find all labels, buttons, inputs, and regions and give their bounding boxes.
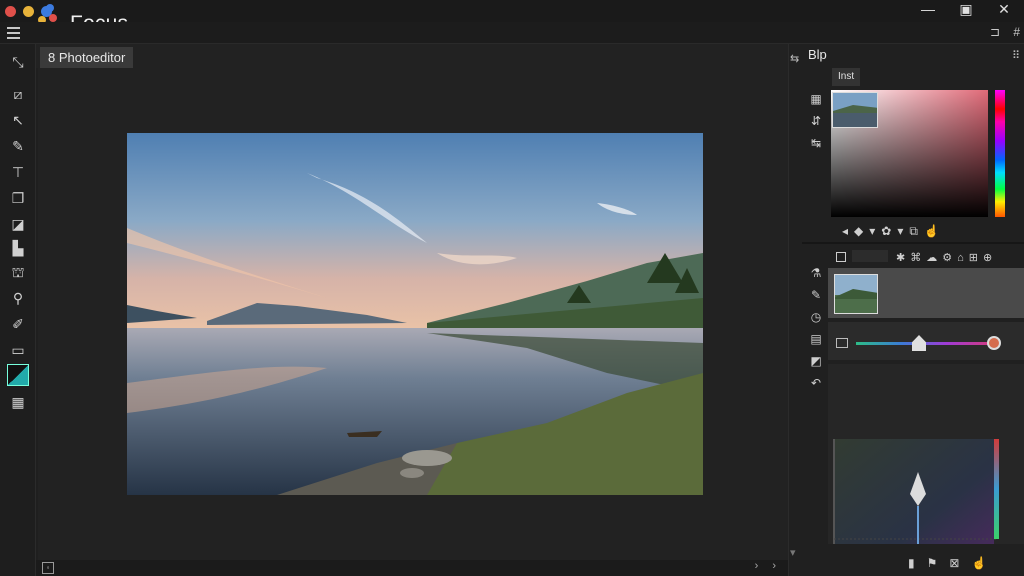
layer-zoom-icon[interactable]: ⊕ — [983, 252, 997, 264]
color-prev-icon[interactable]: ◂ — [842, 224, 854, 238]
brush-tool-icon[interactable]: ✎ — [8, 136, 28, 156]
transform-icon[interactable]: ↹ — [806, 136, 826, 158]
minimize-dot[interactable] — [23, 5, 34, 17]
status-bar: ◦ ›› — [36, 560, 802, 576]
document-tab-bar: 8 Photoeditor — [36, 44, 788, 68]
nav-next-icon[interactable]: › — [755, 560, 773, 572]
opacity-slider-knob[interactable] — [912, 335, 926, 351]
text-tool-icon[interactable]: ⊤ — [8, 162, 28, 182]
panel-icons-top: ▦ ⇵ ↹ — [806, 92, 826, 158]
panel-toggle-icon[interactable]: ⊐ — [990, 25, 1000, 39]
panel-bottom-hand-icon[interactable]: ☝ — [971, 556, 998, 570]
edit-icon[interactable]: ✎ — [806, 288, 826, 310]
tools-toolbar: ⤡ ⧄ ↖ ✎ ⊤ ❐ ◪ ▙ ⛫ ⚲ ✐ ▭ ▦ — [0, 44, 36, 576]
panel-icons-mid: ⚗ ✎ ◷ ▤ ◩ ↶ — [806, 266, 826, 398]
panel-bottom-bar-icon[interactable]: ▮ — [908, 556, 927, 570]
grid-tool-icon[interactable]: ▦ — [8, 392, 28, 412]
hue-slider[interactable] — [995, 90, 1005, 217]
layer-link-icon[interactable]: ⌘ — [910, 252, 926, 264]
stamp-tool-icon[interactable]: ▙ — [8, 238, 28, 258]
crop-tool-icon[interactable]: ⧄ — [8, 84, 28, 104]
color-settings-icon[interactable]: ✿ — [881, 224, 897, 238]
slider-end-color[interactable] — [987, 336, 1001, 350]
menu-bar: ⊐ # — [0, 22, 1024, 44]
landscape-photo[interactable] — [127, 133, 703, 495]
zoom-tool-icon[interactable]: ⚲ — [8, 288, 28, 308]
layer-cloud-icon[interactable]: ☁ — [926, 252, 942, 264]
layer-tools: ✱⌘☁⚙⌂⊞⊕ — [896, 251, 997, 264]
opacity-slider-row — [828, 322, 1024, 360]
color-dropdown2-icon[interactable]: ▾ — [897, 224, 909, 238]
status-frame-icon[interactable]: ◦ — [42, 562, 54, 574]
panel-tabs: Blp ⠿ — [802, 44, 1024, 70]
status-nav: ›› — [755, 560, 790, 572]
eyedropper-tool-icon[interactable]: ✐ — [8, 314, 28, 334]
channels-icon[interactable]: ▤ — [806, 332, 826, 354]
histogram-icon[interactable]: ▦ — [806, 92, 826, 114]
mask-icon[interactable]: ◩ — [806, 354, 826, 376]
window-controls: — ▣ ✕ — [920, 1, 1012, 18]
pen-tool-icon[interactable]: ↖ — [8, 110, 28, 130]
history-icon[interactable]: ◷ — [806, 310, 826, 332]
layer-thumbnail — [834, 274, 878, 314]
canvas-area[interactable] — [38, 68, 788, 560]
shape-tool-icon[interactable]: ◪ — [8, 214, 28, 234]
panel-bottom-flag-icon[interactable]: ⚑ — [927, 556, 950, 570]
color-preview-thumbnail — [832, 92, 878, 128]
layer-grid-icon[interactable]: ⊞ — [969, 252, 983, 264]
layer-home-icon[interactable]: ⌂ — [957, 252, 969, 264]
move-tool-icon[interactable]: ⤡ — [8, 52, 28, 72]
close-button[interactable]: ✕ — [996, 1, 1012, 18]
panel-tab-blp[interactable]: Blp — [808, 47, 827, 62]
grid-menu-icon[interactable]: # — [1013, 25, 1020, 39]
gradient-tool-icon[interactable]: ⛫ — [8, 262, 28, 282]
rectangle-tool-icon[interactable]: ▭ — [8, 340, 28, 360]
hamburger-menu-icon[interactable] — [7, 27, 20, 42]
color-copy-icon[interactable]: ⧉ — [909, 224, 924, 238]
curves-editor[interactable] — [828, 364, 1024, 576]
color-fill-icon[interactable]: ◆ — [854, 224, 869, 238]
title-bar — [0, 0, 1024, 22]
layer-row[interactable] — [828, 268, 1024, 318]
layer-visibility-checkbox[interactable] — [836, 252, 846, 262]
document-tab[interactable]: 8 Photoeditor — [40, 47, 134, 68]
color-hand-icon[interactable]: ☝ — [924, 224, 945, 238]
minimize-button[interactable]: — — [920, 1, 936, 18]
scroll-down-icon[interactable]: ▾ — [790, 546, 796, 559]
clone-tool-icon[interactable]: ❐ — [8, 188, 28, 208]
panel-grip-icon[interactable]: ⠿ — [1012, 49, 1020, 62]
panel-separator — [802, 242, 1024, 244]
photo-editor-app: Focus — ▣ ✕ ⊐ # ⤡ ⧄ ↖ ✎ ⊤ ❐ ◪ ▙ ⛫ ⚲ ✐ ▭ … — [0, 0, 1024, 576]
layer-settings-icon[interactable]: ⚙ — [942, 252, 957, 264]
color-swatch-icon[interactable] — [7, 364, 29, 386]
levels-icon[interactable]: ⇵ — [806, 114, 826, 136]
maximize-button[interactable]: ▣ — [958, 1, 974, 18]
undo-icon[interactable]: ↶ — [806, 376, 826, 398]
collapse-arrow-icon[interactable]: ⇆ — [790, 52, 799, 65]
adjust-icon[interactable]: ⚗ — [806, 266, 826, 288]
right-panel: Blp ⠿ Inst ▦ ⇵ ↹ ◂◆▾✿▾⧉☝ ✱⌘☁⚙⌂⊞⊕ ⚗ ✎ ◷ ▤… — [802, 44, 1024, 576]
panel-bottom-close-icon[interactable]: ⊠ — [949, 556, 971, 570]
slider-toggle-checkbox[interactable] — [836, 338, 848, 348]
panel-divider[interactable]: ⇆ ▾ — [788, 44, 802, 576]
color-dropdown-icon[interactable]: ▾ — [869, 224, 881, 238]
panel-subtab[interactable]: Inst — [832, 68, 861, 86]
panel-bottom-icons: ▮⚑⊠☝ — [908, 556, 998, 570]
close-dot[interactable] — [5, 5, 16, 17]
layer-name-field[interactable] — [852, 250, 888, 262]
color-tools: ◂◆▾✿▾⧉☝ — [842, 224, 945, 239]
layer-effect-icon[interactable]: ✱ — [896, 252, 910, 264]
